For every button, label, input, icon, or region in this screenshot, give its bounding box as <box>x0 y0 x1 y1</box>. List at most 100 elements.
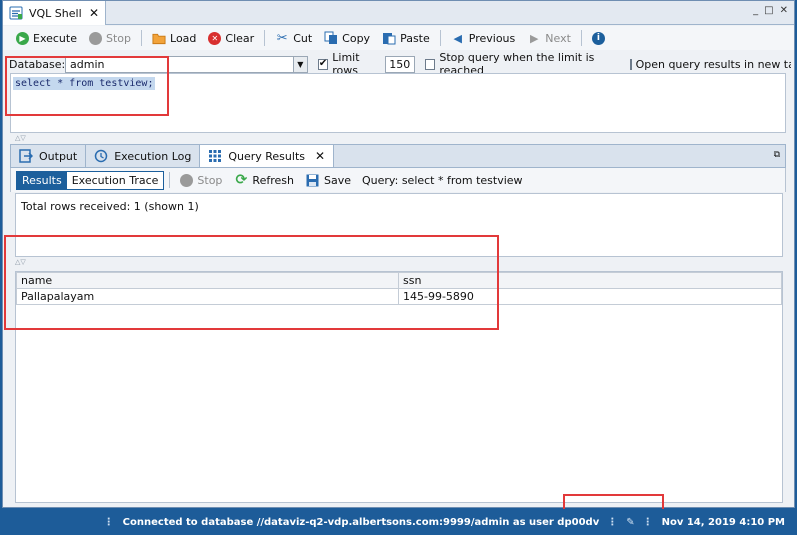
column-header-ssn[interactable]: ssn <box>398 272 782 289</box>
close-window-icon[interactable]: ✕ <box>780 5 788 16</box>
load-button[interactable]: Load <box>147 28 201 48</box>
cut-label: Cut <box>293 31 313 45</box>
table-row[interactable]: Pallapalayam 145-99-5890 <box>16 288 782 305</box>
open-new-tab-label: Open query results in new tab <box>635 57 792 71</box>
clock-icon <box>94 149 108 163</box>
arrow-right-icon: ▶ <box>530 31 539 45</box>
query-editor[interactable]: select * from testview; <box>10 73 786 133</box>
database-row: Database: admin ▼ ✔ Limit rows 150 Stop … <box>9 51 792 77</box>
paste-button[interactable]: Paste <box>377 28 435 48</box>
toolbar-separator <box>169 172 171 188</box>
folder-icon <box>152 31 166 45</box>
grid-icon <box>208 149 222 163</box>
execution-trace-toggle-button[interactable]: Execution Trace <box>66 171 164 189</box>
chevron-down-icon[interactable]: ▼ <box>292 56 307 72</box>
limit-rows-input[interactable]: 150 <box>385 55 416 73</box>
execute-button[interactable]: ▶ Execute <box>11 28 82 48</box>
cut-button[interactable]: ✂ Cut <box>270 28 317 48</box>
rows-received-text: Total rows received: 1 (shown 1) <box>21 200 199 213</box>
database-select[interactable]: admin ▼ <box>65 55 308 73</box>
save-button[interactable]: Save <box>301 170 356 190</box>
close-tab-icon[interactable]: ✕ <box>315 149 325 163</box>
toolbar-separator <box>264 30 266 46</box>
open-new-tab-option: Open query results in new tab <box>629 57 792 71</box>
document-tabstrip: VQL Shell ✕ _ □ ✕ <box>3 1 794 25</box>
open-new-tab-checkbox[interactable] <box>629 58 632 70</box>
column-header-name[interactable]: name <box>16 272 399 289</box>
table-header-row: name ssn <box>16 272 782 289</box>
results-grid: name ssn Pallapalayam 145-99-5890 <box>15 271 783 503</box>
tab-output[interactable]: Output <box>11 145 87 167</box>
database-label: Database: <box>9 57 66 71</box>
results-message-box: Total rows received: 1 (shown 1) <box>15 193 783 257</box>
toolbar-separator <box>580 30 582 46</box>
main-toolbar: ▶ Execute Stop Load ✕ Clear ✂ Cut Copy P… <box>3 26 794 50</box>
results-view-toggle: Results Execution Trace <box>16 170 165 190</box>
tab-execution-log[interactable]: Execution Log <box>86 145 201 167</box>
refresh-button[interactable]: ⟳ Refresh <box>229 170 299 190</box>
stop-icon <box>180 173 194 187</box>
previous-button[interactable]: ◀ Previous <box>446 28 521 48</box>
scissors-icon: ✂ <box>276 30 288 46</box>
status-datetime: Nov 14, 2019 4:10 PM <box>661 516 785 528</box>
copy-icon <box>324 31 338 45</box>
refresh-icon: ⟳ <box>235 172 248 188</box>
paste-icon <box>382 31 396 45</box>
copy-label: Copy <box>342 31 371 45</box>
splitter-handle[interactable]: △▽ <box>15 258 26 266</box>
play-icon: ▶ <box>16 31 29 45</box>
stop-query-checkbox[interactable] <box>425 58 436 70</box>
info-button[interactable]: i <box>587 28 610 48</box>
restore-icon[interactable]: □ <box>764 5 773 16</box>
results-stop-label: Stop <box>197 173 223 187</box>
next-button[interactable]: ▶ Next <box>522 28 576 48</box>
status-separator: ⋮ <box>607 516 619 528</box>
table-cell-name[interactable]: Pallapalayam <box>16 288 399 305</box>
tab-output-label: Output <box>39 149 78 163</box>
table-cell-ssn[interactable]: 145-99-5890 <box>398 288 782 305</box>
vql-shell-icon <box>9 6 23 20</box>
limit-rows-checkbox[interactable]: ✔ <box>317 58 329 70</box>
next-label: Next <box>545 31 571 45</box>
query-summary: Query: select * from testview <box>361 173 523 187</box>
minimize-icon[interactable]: _ <box>753 5 758 16</box>
info-icon: i <box>591 31 605 45</box>
toolbar-separator <box>439 30 441 46</box>
arrow-left-icon: ◀ <box>453 31 462 45</box>
tab-query-results-label: Query Results <box>228 149 305 163</box>
results-table: name ssn Pallapalayam 145-99-5890 <box>16 272 782 305</box>
close-tab-icon[interactable]: ✕ <box>89 6 99 20</box>
status-separator: ⋮ <box>642 516 654 528</box>
vql-shell-window: VQL Shell ✕ _ □ ✕ ▶ Execute Stop Load ✕ … <box>2 0 795 508</box>
refresh-label: Refresh <box>252 173 294 187</box>
results-toolbar: Results Execution Trace Stop ⟳ Refresh S… <box>10 168 786 192</box>
results-toggle-button[interactable]: Results <box>17 171 67 189</box>
tab-vql-shell-label: VQL Shell <box>29 6 82 20</box>
connection-status: Connected to database //dataviz-q2-vdp.a… <box>122 516 600 528</box>
tab-execution-log-label: Execution Log <box>114 149 192 163</box>
query-text[interactable]: select * from testview; <box>13 77 156 90</box>
tab-vql-shell[interactable]: VQL Shell ✕ <box>3 1 106 25</box>
clear-label: Clear <box>225 31 255 45</box>
status-bar: ⋮ Connected to database //dataviz-q2-vdp… <box>0 509 797 535</box>
execute-label: Execute <box>33 31 77 45</box>
database-value: admin <box>70 57 105 71</box>
splitter-handle[interactable]: △▽ <box>15 134 26 142</box>
window-controls: _ □ ✕ <box>753 5 788 16</box>
save-icon <box>306 173 320 187</box>
copy-button[interactable]: Copy <box>319 28 375 48</box>
stop-label: Stop <box>106 31 132 45</box>
clear-icon: ✕ <box>208 31 222 45</box>
lower-tabstrip: Output Execution Log Query Results ✕ ⧉ <box>10 144 786 168</box>
status-separator: ⋮ <box>103 516 115 528</box>
clear-button[interactable]: ✕ Clear <box>203 28 259 48</box>
previous-label: Previous <box>468 31 516 45</box>
tab-query-results[interactable]: Query Results ✕ <box>200 145 335 167</box>
toolbar-separator <box>141 30 143 46</box>
pencil-icon: ✎ <box>626 516 635 528</box>
maximize-icon[interactable]: ⧉ <box>774 150 780 160</box>
save-label: Save <box>323 173 351 187</box>
paste-label: Paste <box>400 31 430 45</box>
stop-button[interactable]: Stop <box>84 28 136 48</box>
results-stop-button[interactable]: Stop <box>175 170 227 190</box>
